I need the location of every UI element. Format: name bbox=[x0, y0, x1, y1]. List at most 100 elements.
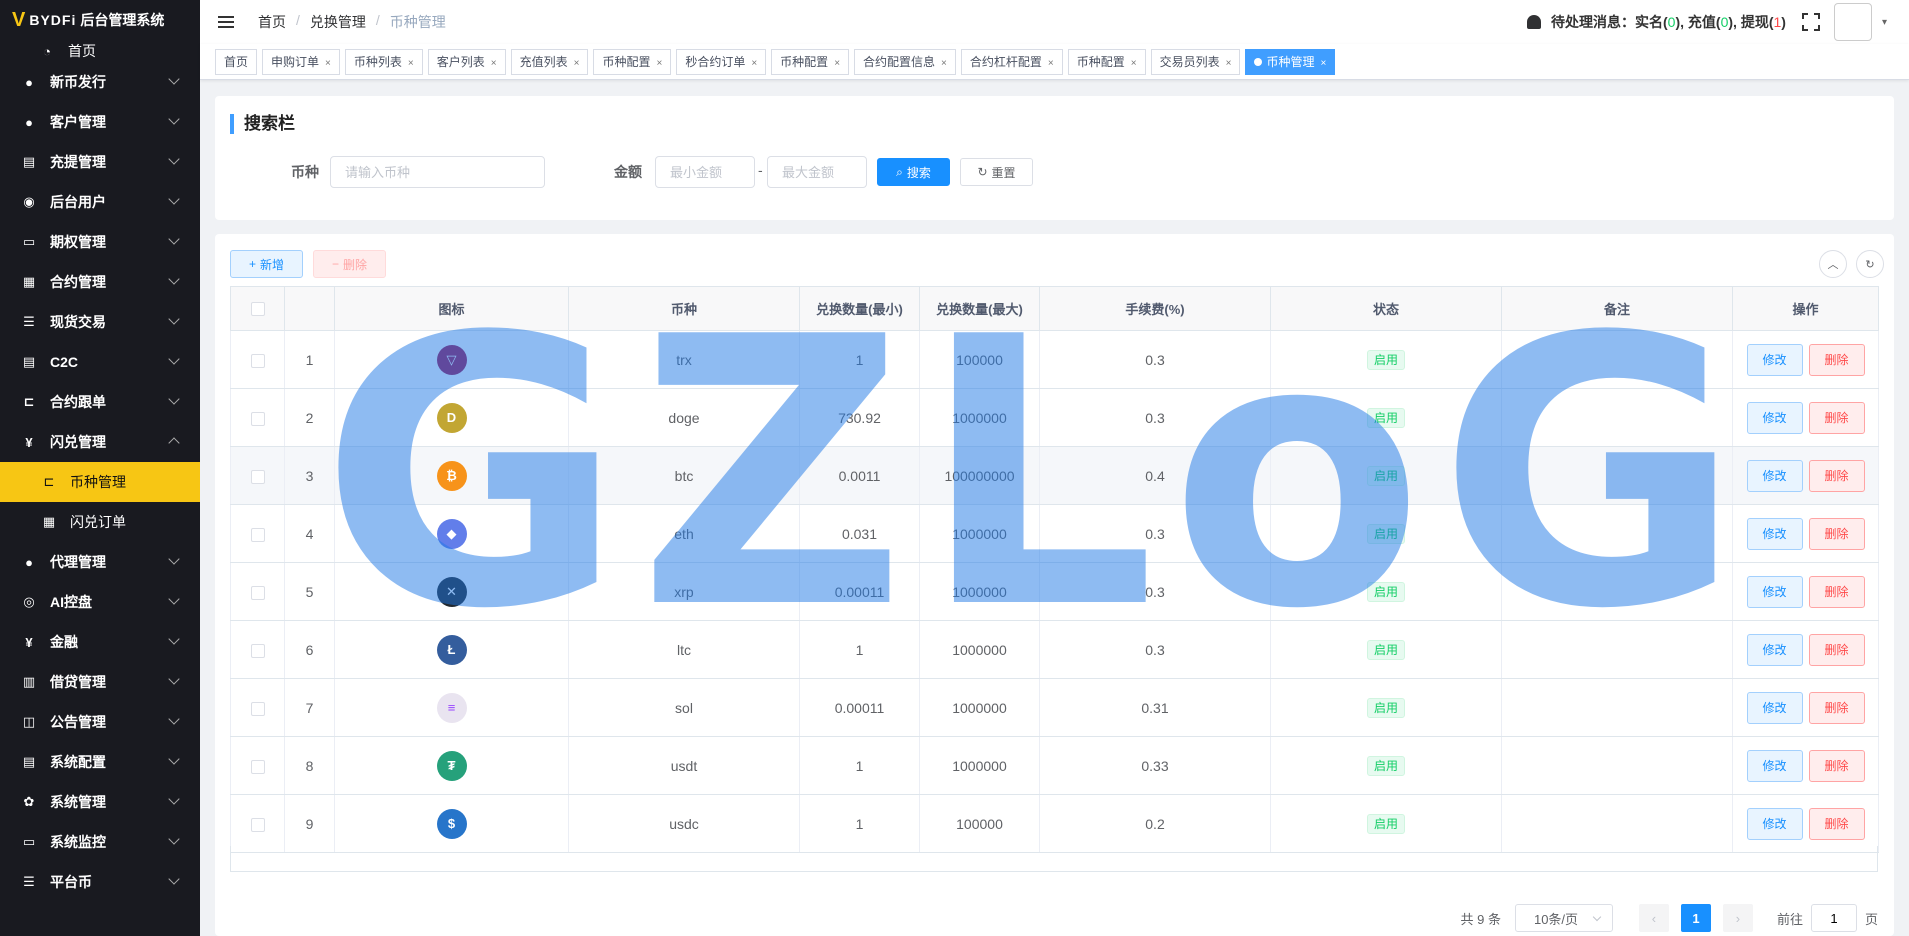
fullscreen-icon[interactable] bbox=[1801, 13, 1820, 31]
tag-item[interactable]: 客户列表 × bbox=[427, 48, 506, 75]
delete-button[interactable]: 删除 bbox=[1808, 691, 1865, 724]
sidebar-item[interactable]: ● 代理管理 bbox=[0, 542, 200, 582]
sidebar-item[interactable]: ☰ 现货交易 bbox=[0, 302, 200, 342]
sidebar-item[interactable]: ¥ 金融 bbox=[0, 622, 200, 662]
edit-button[interactable]: 修改 bbox=[1746, 807, 1803, 840]
toggle-search-button[interactable]: ︿ bbox=[1819, 250, 1847, 278]
edit-button[interactable]: 修改 bbox=[1746, 459, 1803, 492]
add-button[interactable]: + 新增 bbox=[230, 250, 303, 278]
row-checkbox[interactable] bbox=[250, 411, 265, 426]
realname-link[interactable]: 实名(0) bbox=[1635, 12, 1680, 32]
next-page-button[interactable]: › bbox=[1722, 904, 1753, 932]
edit-button[interactable]: 修改 bbox=[1746, 691, 1803, 724]
breadcrumb-home[interactable]: 首页 bbox=[258, 12, 286, 32]
sidebar-item[interactable]: ⊏ 合约跟单 bbox=[0, 382, 200, 422]
edit-button[interactable]: 修改 bbox=[1746, 749, 1803, 782]
sidebar-item[interactable]: ● 客户管理 bbox=[0, 102, 200, 142]
sidebar-item[interactable]: ▥ 借贷管理 bbox=[0, 662, 200, 702]
bell-icon[interactable] bbox=[1526, 15, 1541, 29]
reset-button[interactable]: ↻ 重置 bbox=[960, 158, 1033, 186]
sidebar-item[interactable]: ¥ 闪兑管理 bbox=[0, 422, 200, 462]
close-icon[interactable]: × bbox=[491, 58, 497, 69]
close-icon[interactable]: × bbox=[1131, 58, 1137, 69]
tag-item[interactable]: 币种列表 × bbox=[344, 48, 423, 75]
edit-button[interactable]: 修改 bbox=[1746, 401, 1803, 434]
menu-toggle-icon[interactable] bbox=[218, 13, 234, 31]
row-select-cell[interactable] bbox=[230, 736, 285, 795]
sidebar-item-home[interactable]: ◔ 首页 bbox=[0, 40, 200, 62]
tag-item[interactable]: 币种配置 × bbox=[593, 48, 672, 75]
sidebar-item[interactable]: ✿ 系统管理 bbox=[0, 782, 200, 822]
max-amount-input[interactable] bbox=[767, 156, 867, 188]
close-icon[interactable]: × bbox=[834, 58, 840, 69]
avatar[interactable] bbox=[1833, 3, 1872, 41]
row-select-cell[interactable] bbox=[230, 678, 285, 737]
close-icon[interactable]: × bbox=[1226, 58, 1232, 69]
tag-item[interactable]: 充值列表 × bbox=[510, 48, 589, 75]
close-icon[interactable]: × bbox=[751, 58, 757, 69]
row-checkbox[interactable] bbox=[250, 353, 265, 368]
coin-input[interactable] bbox=[330, 156, 545, 188]
withdraw-link[interactable]: 提现(1) bbox=[1737, 12, 1786, 32]
tag-item[interactable]: 秒合约订单 × bbox=[676, 48, 767, 75]
row-select-cell[interactable] bbox=[230, 446, 285, 505]
delete-button[interactable]: 删除 bbox=[1808, 633, 1865, 666]
sidebar-item[interactable]: ⊏ 币种管理 bbox=[0, 462, 200, 502]
page-number-button[interactable]: 1 bbox=[1680, 904, 1711, 932]
delete-button[interactable]: 删除 bbox=[1808, 517, 1865, 550]
row-checkbox[interactable] bbox=[250, 585, 265, 600]
delete-button[interactable]: 删除 bbox=[1808, 343, 1865, 376]
row-checkbox[interactable] bbox=[250, 643, 265, 658]
edit-button[interactable]: 修改 bbox=[1746, 517, 1803, 550]
row-checkbox[interactable] bbox=[250, 817, 265, 832]
delete-button[interactable]: 删除 bbox=[1808, 401, 1865, 434]
row-select-cell[interactable] bbox=[230, 620, 285, 679]
delete-button[interactable]: 删除 bbox=[1808, 807, 1865, 840]
tag-item[interactable]: 合约杠杆配置 × bbox=[960, 48, 1063, 75]
tag-item[interactable]: 币种管理 × bbox=[1245, 48, 1336, 75]
sidebar-item[interactable]: ◫ 公告管理 bbox=[0, 702, 200, 742]
row-select-cell[interactable] bbox=[230, 794, 285, 853]
row-select-cell[interactable] bbox=[230, 388, 285, 447]
row-checkbox[interactable] bbox=[250, 527, 265, 542]
row-checkbox[interactable] bbox=[250, 701, 265, 716]
tag-item[interactable]: 合约配置信息 × bbox=[854, 48, 956, 75]
close-icon[interactable]: × bbox=[941, 58, 947, 69]
edit-button[interactable]: 修改 bbox=[1746, 633, 1803, 666]
sidebar-item[interactable]: ▦ 闪兑订单 bbox=[0, 502, 200, 542]
select-all-cell[interactable] bbox=[230, 286, 285, 331]
breadcrumb-exchange[interactable]: 兑换管理 bbox=[310, 12, 366, 32]
bulk-delete-button[interactable]: − 删除 bbox=[313, 250, 386, 278]
close-icon[interactable]: × bbox=[1320, 58, 1326, 69]
sidebar-item[interactable]: ▭ 期权管理 bbox=[0, 222, 200, 262]
select-all-checkbox[interactable] bbox=[250, 302, 265, 317]
edit-button[interactable]: 修改 bbox=[1746, 575, 1803, 608]
sidebar-item[interactable]: ▤ C2C bbox=[0, 342, 200, 382]
sidebar-item[interactable]: ☰ 平台币 bbox=[0, 862, 200, 902]
sidebar-item[interactable]: ▤ 系统配置 bbox=[0, 742, 200, 782]
sidebar-item[interactable]: ● 新币发行 bbox=[0, 62, 200, 102]
tag-item[interactable]: 交易员列表 × bbox=[1150, 48, 1241, 75]
search-button[interactable]: ⌕ 搜索 bbox=[877, 158, 950, 186]
tag-item[interactable]: 币种配置 × bbox=[771, 48, 850, 75]
close-icon[interactable]: × bbox=[574, 58, 580, 69]
page-size-select[interactable]: 10条/页 bbox=[1514, 904, 1613, 932]
delete-button[interactable]: 删除 bbox=[1808, 459, 1865, 492]
delete-button[interactable]: 删除 bbox=[1808, 575, 1865, 608]
sidebar-item[interactable]: ▦ 合约管理 bbox=[0, 262, 200, 302]
row-select-cell[interactable] bbox=[230, 562, 285, 621]
caret-down-icon[interactable]: ▾ bbox=[1882, 17, 1887, 28]
close-icon[interactable]: × bbox=[1048, 58, 1054, 69]
close-icon[interactable]: × bbox=[325, 58, 331, 69]
delete-button[interactable]: 删除 bbox=[1808, 749, 1865, 782]
tag-item[interactable]: 申购订单 × bbox=[262, 48, 340, 75]
goto-page-input[interactable] bbox=[1810, 904, 1857, 932]
min-amount-input[interactable] bbox=[655, 156, 755, 188]
sidebar-item[interactable]: ◎ AI控盘 bbox=[0, 582, 200, 622]
refresh-table-button[interactable]: ↻ bbox=[1856, 250, 1884, 278]
prev-page-button[interactable]: ‹ bbox=[1638, 904, 1669, 932]
close-icon[interactable]: × bbox=[408, 58, 414, 69]
tag-item[interactable]: 首页 bbox=[215, 48, 258, 75]
row-checkbox[interactable] bbox=[250, 759, 265, 774]
tag-item[interactable]: 币种配置 × bbox=[1067, 48, 1146, 75]
